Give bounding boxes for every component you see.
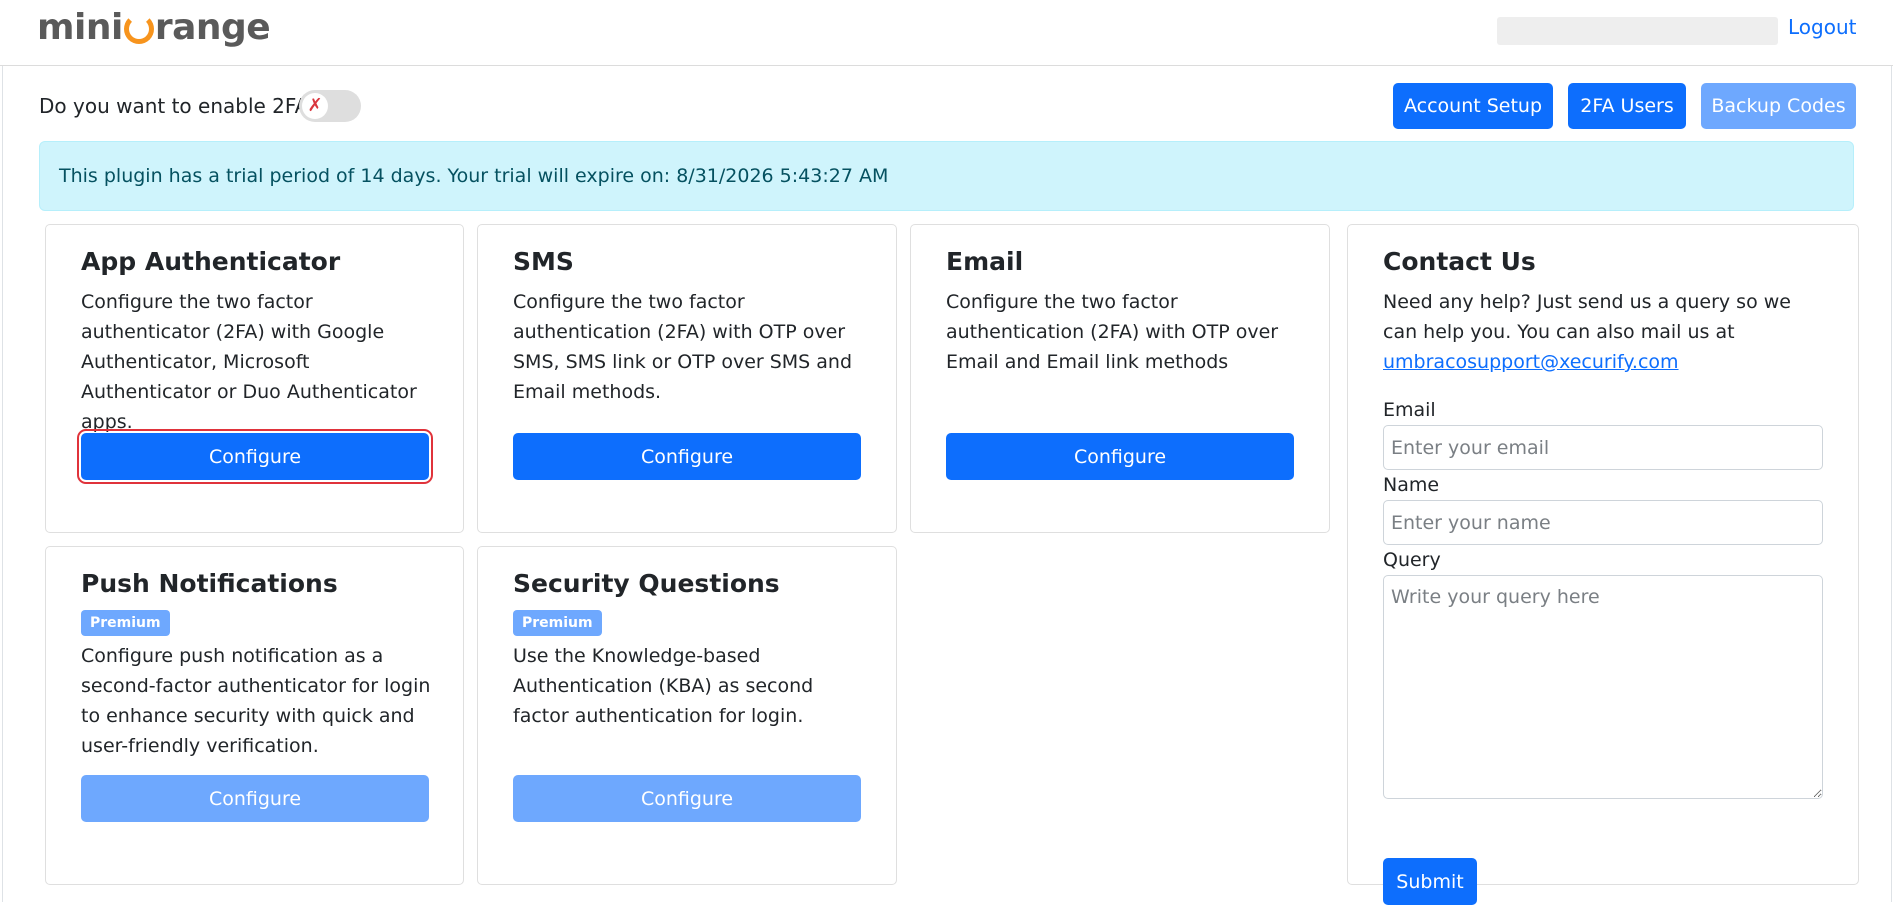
miniorange-logo: mini range xyxy=(37,4,271,50)
card-title: App Authenticator xyxy=(81,247,341,276)
account-setup-button[interactable]: Account Setup xyxy=(1393,83,1553,129)
app-authenticator-card: App Authenticator Configure the two fact… xyxy=(45,224,464,533)
card-title: Security Questions xyxy=(513,569,780,598)
card-description: Use the Knowledge-based Authentication (… xyxy=(513,645,814,727)
name-label: Name xyxy=(1383,474,1440,496)
push-notifications-card: Push Notifications Premium Configure pus… xyxy=(45,546,464,885)
submit-button[interactable]: Submit xyxy=(1383,858,1477,905)
support-email-link[interactable]: umbracosupport@xecurify.com xyxy=(1383,351,1679,373)
trial-alert-text: This plugin has a trial period of 14 day… xyxy=(59,165,889,187)
card-title: SMS xyxy=(513,247,574,276)
logout-link[interactable]: Logout xyxy=(1788,15,1856,39)
card-description: Configure the two factor authentication … xyxy=(513,291,853,403)
trial-alert: This plugin has a trial period of 14 day… xyxy=(39,141,1854,211)
email-label: Email xyxy=(1383,399,1436,421)
card-title: Push Notifications xyxy=(81,569,338,598)
contact-title: Contact Us xyxy=(1383,247,1536,276)
sms-card: SMS Configure the two factor authenticat… xyxy=(477,224,897,533)
premium-badge: Premium xyxy=(81,610,170,636)
logo-prefix: mini xyxy=(37,6,123,48)
backup-codes-button[interactable]: Backup Codes xyxy=(1701,83,1856,129)
configure-sms-button[interactable]: Configure xyxy=(513,433,861,480)
name-field[interactable] xyxy=(1383,500,1823,545)
enable-2fa-toggle[interactable]: ✗ xyxy=(299,90,361,122)
contact-intro-text: Need any help? Just send us a query so w… xyxy=(1383,291,1791,343)
configure-security-questions-button[interactable]: Configure xyxy=(513,775,861,822)
security-questions-card: Security Questions Premium Use the Knowl… xyxy=(477,546,897,885)
card-title: Email xyxy=(946,247,1024,276)
card-description: Configure push notification as a second-… xyxy=(81,645,431,757)
card-description: Configure the two factor authenticator (… xyxy=(81,291,417,433)
premium-badge: Premium xyxy=(513,610,602,636)
2fa-users-button[interactable]: 2FA Users xyxy=(1568,83,1686,129)
query-label: Query xyxy=(1383,549,1441,571)
user-info-placeholder xyxy=(1497,17,1778,45)
configure-email-button[interactable]: Configure xyxy=(946,433,1294,480)
email-card: Email Configure the two factor authentic… xyxy=(910,224,1330,533)
enable-2fa-label: Do you want to enable 2FA: xyxy=(39,94,315,118)
configure-app-authenticator-button[interactable]: Configure xyxy=(77,429,433,484)
contact-us-card: Contact Us Need any help? Just send us a… xyxy=(1347,224,1859,905)
top-header: mini range Logout xyxy=(0,0,1893,66)
orange-o-icon xyxy=(123,14,154,44)
email-field[interactable] xyxy=(1383,425,1823,470)
contact-intro: Need any help? Just send us a query so w… xyxy=(1383,287,1823,377)
card-description: Configure the two factor authentication … xyxy=(946,291,1279,373)
configure-push-notifications-button[interactable]: Configure xyxy=(81,775,429,822)
logo-suffix: range xyxy=(154,6,271,48)
query-field[interactable] xyxy=(1383,575,1823,799)
toggle-off-icon: ✗ xyxy=(302,93,328,119)
